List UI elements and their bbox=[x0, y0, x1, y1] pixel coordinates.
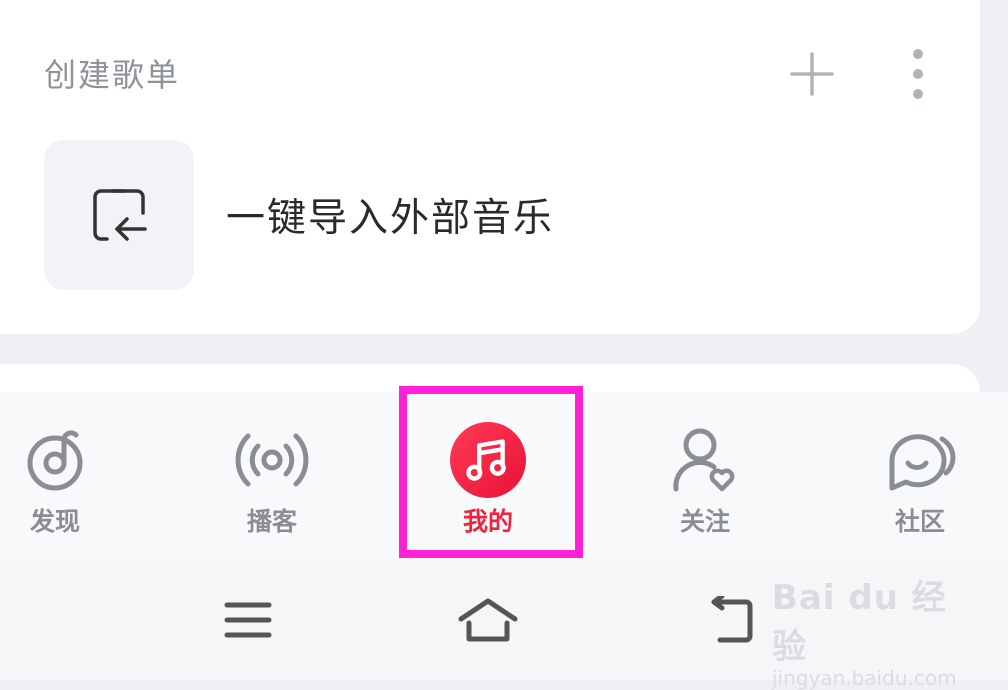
tab-follow[interactable]: 关注 bbox=[640, 392, 770, 560]
highlight-box bbox=[399, 386, 583, 558]
nav-home-button[interactable] bbox=[453, 588, 523, 652]
tab-discover[interactable]: 发现 bbox=[0, 392, 120, 560]
add-playlist-button[interactable] bbox=[786, 48, 838, 100]
more-options-button[interactable] bbox=[896, 44, 940, 104]
netease-note-icon bbox=[27, 430, 83, 491]
tab-label: 关注 bbox=[679, 507, 730, 536]
tab-label: 发现 bbox=[29, 507, 80, 536]
broadcast-icon bbox=[235, 433, 309, 487]
more-vertical-icon bbox=[913, 49, 923, 99]
tab-community[interactable]: 社区 bbox=[855, 392, 985, 560]
tab-podcast[interactable]: 播客 bbox=[207, 392, 337, 560]
create-playlist-card: 创建歌单 一键导入外部音乐 bbox=[0, 0, 980, 334]
home-icon bbox=[458, 598, 518, 642]
baidu-watermark: Bai du 经验 jingyan.baidu.com bbox=[772, 570, 972, 690]
nav-menu-button[interactable] bbox=[213, 588, 283, 652]
import-label: 一键导入外部音乐 bbox=[226, 196, 555, 241]
plus-icon bbox=[790, 52, 834, 96]
import-tile bbox=[44, 140, 194, 290]
import-icon bbox=[93, 189, 147, 241]
user-heart-icon bbox=[673, 428, 735, 492]
tab-label: 社区 bbox=[894, 507, 945, 536]
watermark-url: jingyan.baidu.com bbox=[772, 666, 957, 690]
chat-bubble-icon bbox=[889, 434, 956, 491]
menu-icon bbox=[224, 602, 272, 638]
tab-label: 播客 bbox=[246, 507, 297, 536]
back-icon bbox=[711, 596, 753, 643]
nav-back-button[interactable] bbox=[693, 588, 763, 652]
import-music-row[interactable]: 一键导入外部音乐 bbox=[44, 140, 944, 290]
section-title: 创建歌单 bbox=[44, 56, 181, 94]
watermark-brand: Bai du 经验 bbox=[772, 578, 947, 667]
